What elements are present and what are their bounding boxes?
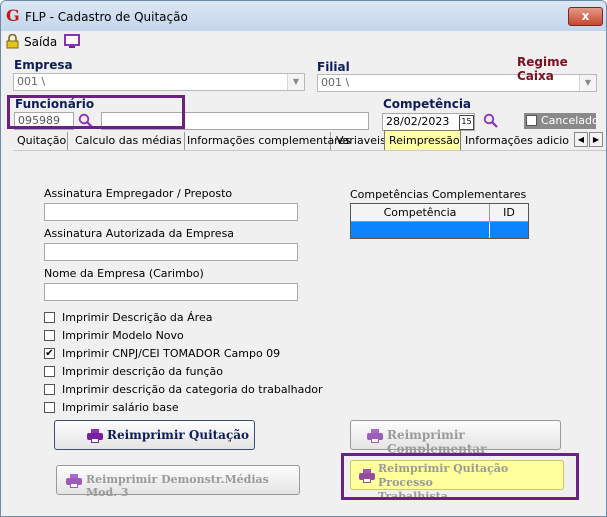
filial-value: 001 \ <box>321 76 350 89</box>
competencia-date-input[interactable]: 28/02/2023 15 <box>382 113 475 131</box>
tab-informacoes-adicionais[interactable]: Informações adicionais <box>461 132 569 150</box>
competencias-grid[interactable]: Competência ID <box>350 203 529 239</box>
nome-empresa-input[interactable] <box>44 283 298 301</box>
nome-empresa-label: Nome da Empresa (Carimbo) <box>44 267 204 280</box>
lock-icon <box>6 34 19 49</box>
checkbox-label: Imprimir descrição da categoria do traba… <box>62 383 323 396</box>
calendar-icon[interactable]: 15 <box>459 115 474 130</box>
tab-reimpressao[interactable]: Reimpressão <box>384 130 461 150</box>
close-button[interactable]: x <box>568 7 603 26</box>
checkbox-box <box>44 402 55 413</box>
title-bar: G FLP - Cadastro de Quitação x <box>1 1 606 32</box>
checkbox-box <box>44 384 55 395</box>
checkbox-label: Imprimir CNPJ/CEI TOMADOR Campo 09 <box>62 347 281 360</box>
printer-icon <box>367 429 383 443</box>
cancelado-label: Cancelado <box>541 114 599 127</box>
printer-icon <box>87 429 103 443</box>
checkbox-salario-base[interactable]: Imprimir salário base <box>44 401 324 416</box>
checkbox-label: Imprimir salário base <box>62 401 179 414</box>
button-label: Reimprimir Demonstr.Médias Mod. 3 <box>86 473 269 499</box>
checkbox-categoria-trabalhador[interactable]: Imprimir descrição da categoria do traba… <box>44 383 324 398</box>
button-label: Reimprimir Complementar <box>387 428 487 456</box>
exit-button[interactable]: Saída <box>6 34 68 50</box>
grid-row-selected-id[interactable] <box>490 222 528 238</box>
checkbox-label: Imprimir descrição da função <box>62 365 223 378</box>
tab-calculo-medias[interactable]: Calculo das médias <box>71 132 185 150</box>
checkbox-descricao-area[interactable]: Imprimir Descrição da Área <box>44 311 324 326</box>
tab-informacoes-complementares[interactable]: Informações complementares <box>183 132 351 150</box>
tab-variaveis[interactable]: Variaveis <box>332 132 386 150</box>
reimprimir-quitacao-button[interactable]: Reimprimir Quitação <box>54 420 255 450</box>
app-logo-icon: G <box>6 6 20 25</box>
search-icon[interactable] <box>483 113 499 129</box>
toolbar: Saída <box>1 31 606 55</box>
chevron-down-icon[interactable]: ▼ <box>287 74 304 90</box>
highlight-funcionario <box>7 95 185 129</box>
monitor-icon[interactable] <box>64 34 80 49</box>
checkbox-descricao-funcao[interactable]: Imprimir descrição da função <box>44 365 324 380</box>
assinatura-empresa-input[interactable] <box>44 243 298 261</box>
highlight-processo-button <box>341 453 579 500</box>
reimprimir-demonstr-button[interactable]: Reimprimir Demonstr.Médias Mod. 3 <box>56 465 300 499</box>
checkbox-modelo-novo[interactable]: Imprimir Modelo Novo <box>44 329 324 344</box>
filial-label: Filial <box>317 60 350 74</box>
competencia-value: 28/02/2023 <box>386 115 450 128</box>
button-label: Reimprimir Quitação <box>107 428 250 442</box>
regime-caixa-label: Regime Caixa <box>517 55 568 83</box>
empresa-value: 001 \ <box>17 75 46 88</box>
empresa-label: Empresa <box>14 58 73 72</box>
checkbox-box <box>44 330 55 341</box>
grid-header-competencia[interactable]: Competência <box>351 204 490 222</box>
assinatura-empresa-label: Assinatura Autorizada da Empresa <box>44 227 235 240</box>
checkmark-icon: ✔ <box>44 348 55 359</box>
assinatura-empregador-label: Assinatura Empregador / Preposto <box>44 187 233 200</box>
competencia-label: Competência <box>383 97 472 111</box>
checkbox-label: Imprimir Modelo Novo <box>62 329 184 342</box>
checkbox-box <box>44 312 55 323</box>
tab-quitacao[interactable]: Quitação <box>13 132 68 150</box>
checkbox-cnpj-tomador[interactable]: ✔ Imprimir CNPJ/CEI TOMADOR Campo 09 <box>44 347 324 362</box>
printer-icon <box>66 474 82 488</box>
competencias-complementares-label: Competências Complementares <box>350 188 527 201</box>
grid-row-selected[interactable] <box>351 222 490 238</box>
checkbox-box <box>44 366 55 377</box>
exit-label: Saída <box>24 35 58 49</box>
checkbox-label: Imprimir Descrição da Área <box>62 311 213 324</box>
reimprimir-complementar-button[interactable]: Reimprimir Complementar <box>350 420 561 456</box>
cancelado-checkbox[interactable]: Cancelado <box>524 113 599 129</box>
app-window: G FLP - Cadastro de Quitação x Saída Emp… <box>0 0 607 517</box>
cancelado-box <box>526 115 537 126</box>
empresa-select[interactable]: 001 \ ▼ <box>13 73 305 91</box>
window-title: FLP - Cadastro de Quitação <box>25 10 188 24</box>
chevron-right-icon[interactable]: ▶ <box>589 132 603 147</box>
assinatura-empregador-input[interactable] <box>44 203 298 221</box>
tab-bar: Quitação Calculo das médias Informações … <box>13 130 606 150</box>
chevron-left-icon[interactable]: ◀ <box>574 132 588 147</box>
grid-header-id[interactable]: ID <box>490 204 528 222</box>
